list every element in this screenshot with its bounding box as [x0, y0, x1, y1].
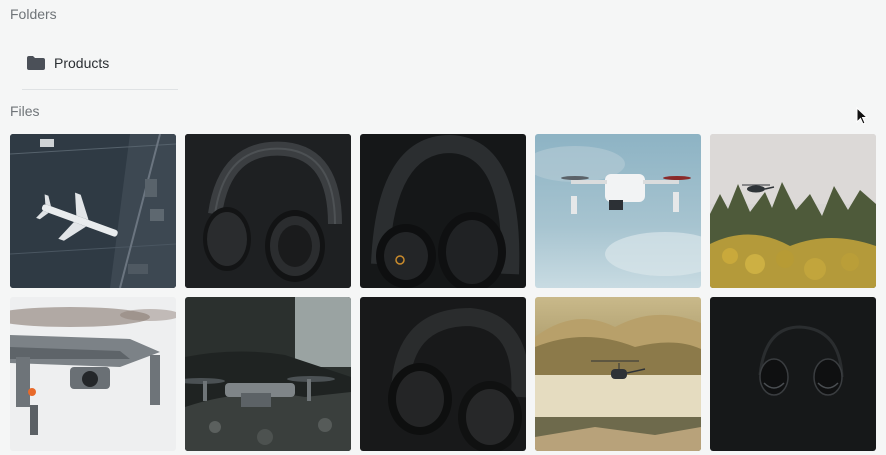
file-thumbnail-airplane[interactable] [10, 134, 176, 288]
folder-item-products[interactable]: Products [22, 48, 178, 78]
folders-section-title: Folders [10, 6, 57, 22]
files-section-title: Files [10, 103, 40, 119]
file-thumbnail-helicopter-lake[interactable] [535, 297, 701, 451]
file-browser: Folders Products Files [0, 0, 886, 455]
folder-icon [27, 56, 45, 70]
file-thumbnail-headphones[interactable] [185, 134, 351, 288]
file-thumbnail-headphones-closeup[interactable] [360, 134, 526, 288]
files-grid [10, 134, 876, 451]
section-divider [22, 89, 178, 90]
file-thumbnail-drone-closeup[interactable] [10, 297, 176, 451]
file-thumbnail-headphones-dark[interactable] [360, 297, 526, 451]
folder-label: Products [54, 55, 110, 71]
mouse-cursor-icon [856, 106, 869, 125]
file-thumbnail-drone-rock[interactable] [185, 297, 351, 451]
file-thumbnail-headphones-silhouette[interactable] [710, 297, 876, 451]
file-thumbnail-drone-sky[interactable] [535, 134, 701, 288]
file-thumbnail-helicopter-trees[interactable] [710, 134, 876, 288]
